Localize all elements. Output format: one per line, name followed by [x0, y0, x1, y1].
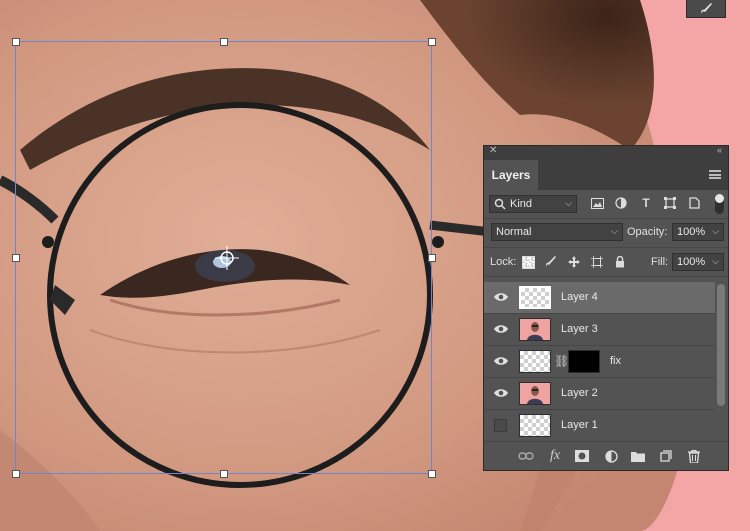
- transform-handle-middle-left[interactable]: [12, 254, 20, 262]
- trash-icon[interactable]: [686, 448, 702, 464]
- fx-icon[interactable]: fx: [547, 448, 563, 464]
- collapse-panel-icon[interactable]: «: [717, 145, 722, 155]
- transform-handle-middle-right[interactable]: [428, 254, 436, 262]
- transform-bounding-box[interactable]: [12, 38, 436, 478]
- fill-label: Fill:: [651, 256, 669, 268]
- chevron-down-icon: ⌵: [611, 226, 618, 236]
- opacity-value: 100%: [677, 226, 706, 238]
- fill-field[interactable]: 100% ⌵: [672, 253, 724, 271]
- opacity-label: Opacity:: [627, 226, 668, 238]
- layer-row-layer-1[interactable]: Layer 1: [484, 410, 715, 442]
- layer-row-fix[interactable]: ⛓ fix: [484, 346, 715, 378]
- layer-name[interactable]: Layer 1: [561, 419, 598, 431]
- layer-name[interactable]: Layer 3: [561, 323, 598, 335]
- lock-artboard-icon[interactable]: [590, 255, 604, 269]
- blend-row: Normal ⌵ Opacity: 100% ⌵: [484, 219, 728, 248]
- fill-value: 100%: [677, 256, 706, 268]
- close-panel-icon[interactable]: ✕: [489, 145, 497, 156]
- layer-thumbnail[interactable]: [519, 414, 551, 437]
- eye-icon[interactable]: [493, 387, 509, 399]
- lock-position-icon[interactable]: [567, 255, 581, 269]
- layer-row-layer-2[interactable]: Layer 2: [484, 378, 715, 410]
- filter-row: Kind ⌵ T: [484, 190, 728, 219]
- blend-mode-select[interactable]: Normal ⌵: [491, 223, 623, 241]
- layer-thumbnail[interactable]: [519, 382, 551, 405]
- lock-all-icon[interactable]: [613, 255, 627, 269]
- transform-handle-bottom-left[interactable]: [12, 470, 20, 478]
- filter-kind-label: Kind: [510, 198, 533, 210]
- eye-icon[interactable]: [493, 355, 509, 367]
- blend-mode-value: Normal: [496, 226, 532, 238]
- transform-handle-bottom-center[interactable]: [220, 470, 228, 478]
- eye-icon[interactable]: [493, 291, 509, 303]
- transform-handle-top-left[interactable]: [12, 38, 20, 46]
- lock-transparent-pixels-icon[interactable]: [521, 255, 535, 269]
- visibility-toggle-off[interactable]: [494, 419, 507, 432]
- layer-thumbnail[interactable]: [519, 350, 551, 373]
- smart-object-filter-icon[interactable]: [687, 196, 701, 210]
- filter-kind-select[interactable]: Kind ⌵: [489, 195, 577, 213]
- mask-icon[interactable]: [574, 448, 590, 464]
- layer-thumbnail[interactable]: [519, 286, 551, 309]
- pixel-filter-icon[interactable]: [590, 196, 604, 210]
- filter-toggle-switch[interactable]: [715, 194, 724, 214]
- layer-name[interactable]: Layer 4: [561, 291, 598, 303]
- adjustment-filter-icon[interactable]: [614, 196, 628, 210]
- panel-title-bar: ✕ «: [484, 145, 728, 158]
- scrollbar-thumb[interactable]: [717, 284, 725, 406]
- chevron-down-icon: ⌵: [565, 198, 572, 208]
- layer-name[interactable]: fix: [610, 355, 621, 367]
- layers-list: Layer 4 Layer 3 ⛓ fix Layer 2 Layer 1: [484, 282, 715, 442]
- brush-tool-button[interactable]: [686, 0, 726, 18]
- transform-handle-top-center[interactable]: [220, 38, 228, 46]
- eye-icon[interactable]: [493, 323, 509, 335]
- mask-link-icon[interactable]: ⛓: [554, 354, 569, 368]
- search-icon: [494, 198, 506, 210]
- chevron-down-icon[interactable]: ⌵: [712, 226, 719, 237]
- transform-handle-bottom-right[interactable]: [428, 470, 436, 478]
- lock-image-pixels-icon[interactable]: [544, 255, 558, 269]
- layers-panel: ✕ « Layers Kind ⌵ T Normal ⌵ Opacity: 10…: [483, 145, 729, 471]
- layer-name[interactable]: Layer 2: [561, 387, 598, 399]
- layers-bottom-bar: fx: [484, 441, 728, 470]
- brush-icon: [701, 2, 712, 14]
- new-layer-icon[interactable]: [658, 448, 674, 464]
- link-icon[interactable]: [518, 448, 534, 464]
- lock-label: Lock:: [490, 256, 517, 268]
- layer-row-layer-3[interactable]: Layer 3: [484, 314, 715, 346]
- lock-row: Lock: Fill: 100% ⌵: [484, 248, 728, 277]
- folder-icon[interactable]: [630, 448, 646, 464]
- panel-tabs: Layers: [484, 158, 728, 190]
- transform-handle-top-right[interactable]: [428, 38, 436, 46]
- tab-layers[interactable]: Layers: [484, 160, 538, 190]
- adjustment-icon[interactable]: [603, 448, 619, 464]
- panel-menu-icon[interactable]: [709, 170, 721, 179]
- type-filter-icon[interactable]: T: [639, 196, 653, 210]
- chevron-down-icon[interactable]: ⌵: [712, 256, 719, 267]
- shape-filter-icon[interactable]: [663, 196, 677, 210]
- layer-mask-thumbnail[interactable]: [568, 350, 600, 373]
- opacity-field[interactable]: 100% ⌵: [672, 223, 724, 241]
- layer-row-layer-4[interactable]: Layer 4: [484, 282, 715, 314]
- layer-thumbnail[interactable]: [519, 318, 551, 341]
